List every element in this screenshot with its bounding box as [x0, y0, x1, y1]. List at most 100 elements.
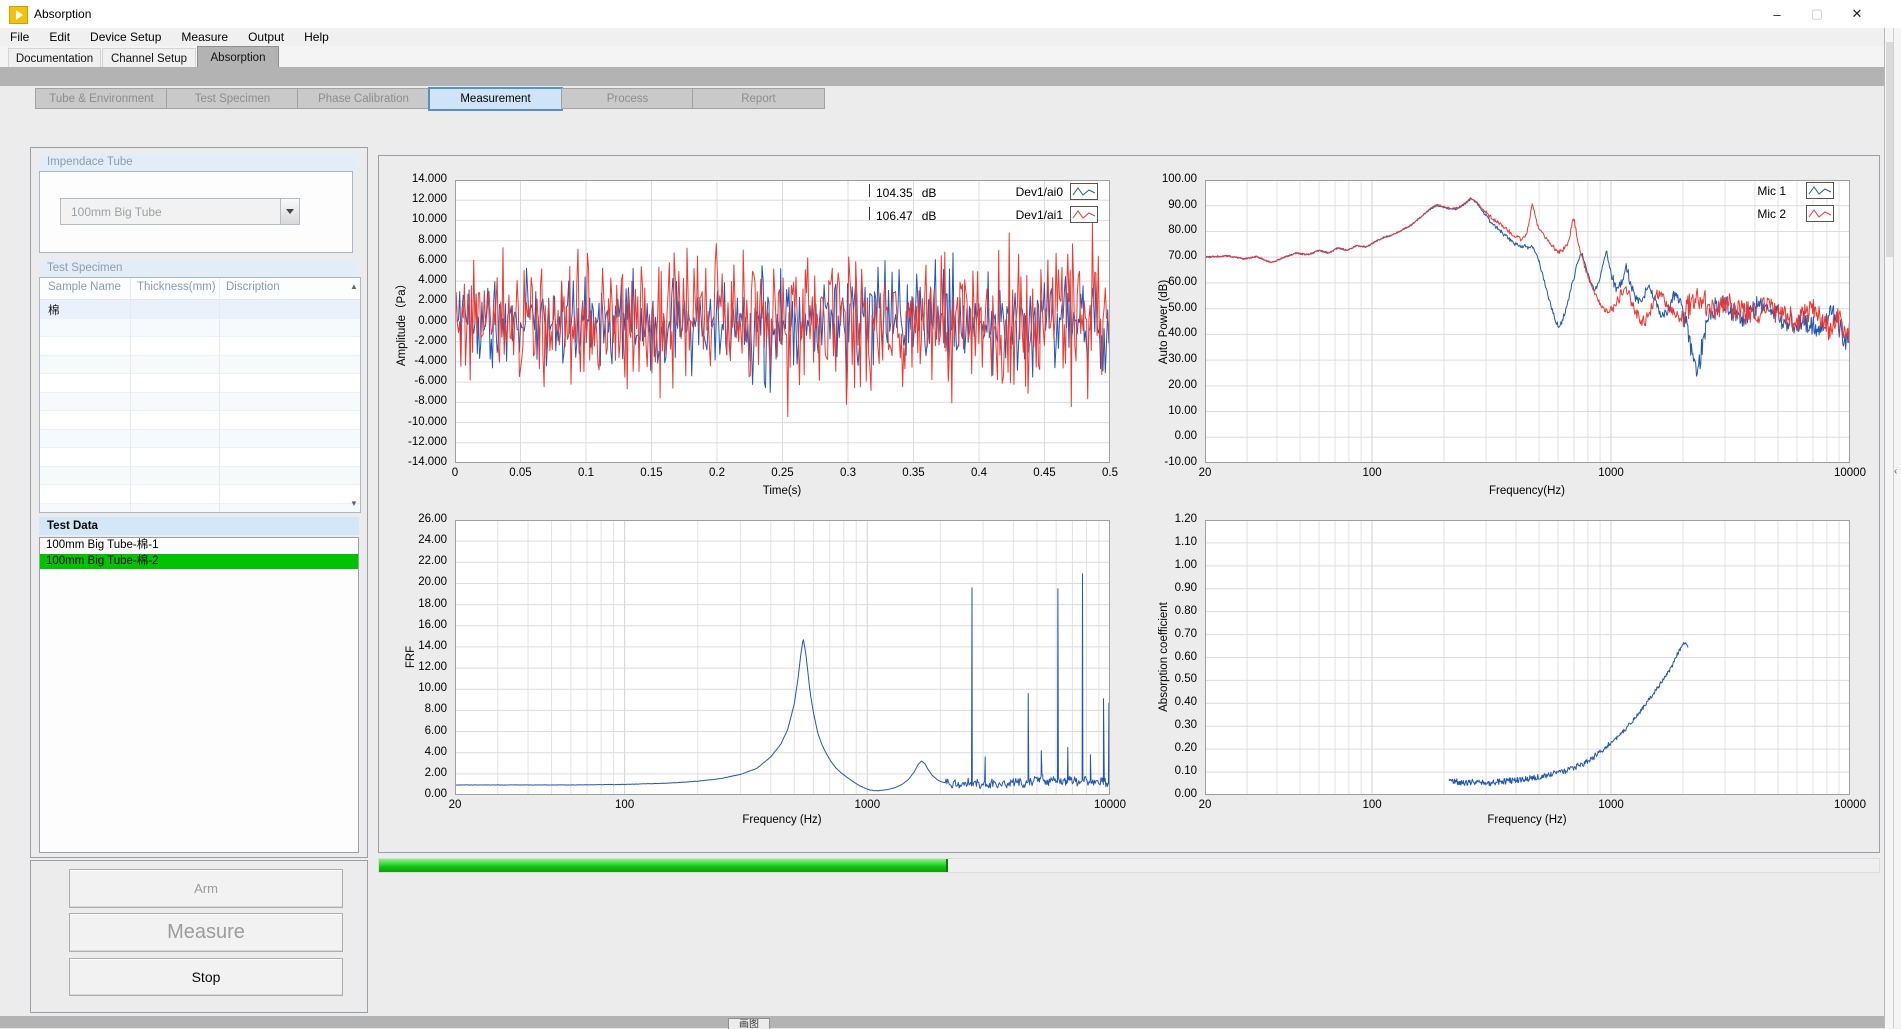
subtab-tube-environment[interactable]: Tube & Environment: [35, 88, 168, 109]
chevron-left-icon[interactable]: ‹: [1894, 466, 1897, 477]
dropdown-arrow-icon[interactable]: [280, 199, 299, 224]
y-axis-tick: 70.00: [1133, 250, 1197, 262]
legend-glyph-mic2[interactable]: [1806, 205, 1834, 222]
y-axis-tick: 12.000: [383, 193, 447, 205]
table-row[interactable]: [40, 430, 360, 449]
x-axis-tick: 1000: [837, 799, 897, 811]
y-axis-tick: 0.50: [1133, 673, 1197, 685]
x-axis-tick: 0.1: [556, 467, 616, 479]
scroll-up-icon[interactable]: ▲: [349, 282, 359, 291]
test-specimen-header-row: Sample Name Thickness(mm) Discription: [40, 278, 360, 300]
x-axis-tick: 0.2: [687, 467, 747, 479]
y-axis-tick: -6.000: [383, 375, 447, 387]
close-button[interactable]: ✕: [1837, 0, 1877, 28]
subtab-report[interactable]: Report: [692, 88, 825, 109]
legend-glyph-dev1-ai0[interactable]: [1070, 183, 1098, 200]
subtab-test-specimen[interactable]: Test Specimen: [166, 88, 299, 109]
test-data-item[interactable]: 100mm Big Tube-棉-1: [40, 538, 358, 554]
window-title: Absorption: [34, 7, 91, 21]
legend-mic1[interactable]: Mic 1: [1690, 182, 1786, 199]
y-axis-tick: 18.00: [383, 598, 447, 610]
tab-absorption[interactable]: Absorption: [197, 46, 279, 68]
xlabel-time: Time(s): [763, 485, 802, 497]
y-axis-tick: 30.00: [1133, 353, 1197, 365]
menu-measure[interactable]: Measure: [171, 28, 238, 46]
measure-button[interactable]: Measure: [69, 913, 343, 952]
impedance-tube-body: 100mm Big Tube: [39, 171, 353, 253]
y-axis-tick: 2.00: [383, 767, 447, 779]
legend-dev1-ai1[interactable]: Dev1/ai1: [960, 206, 1063, 223]
menu-output[interactable]: Output: [238, 28, 294, 46]
y-axis-tick: 20.00: [383, 576, 447, 588]
x-axis-tick: 100: [1342, 467, 1402, 479]
column-thickness: Thickness(mm): [137, 281, 216, 293]
y-axis-tick: 8.000: [383, 234, 447, 246]
table-row[interactable]: [40, 393, 360, 412]
menu-file[interactable]: File: [0, 28, 39, 46]
minimize-button[interactable]: –: [1757, 0, 1797, 28]
y-axis-tick: 16.00: [383, 619, 447, 631]
ylabel-auto-power: Auto Power (dB): [1158, 280, 1170, 364]
y-axis-tick: 4.000: [383, 274, 447, 286]
menu-bar: File Edit Device Setup Measure Output He…: [0, 28, 1901, 47]
x-axis-tick: 0.4: [949, 467, 1009, 479]
x-axis-tick: 100: [595, 799, 655, 811]
vertical-scrollbar[interactable]: ‹: [1884, 28, 1901, 1028]
legend-mic2[interactable]: Mic 2: [1690, 205, 1786, 222]
tab-channel-setup[interactable]: Channel Setup: [102, 48, 196, 69]
table-row[interactable]: [40, 504, 360, 514]
x-axis-tick: 0.25: [753, 467, 813, 479]
y-axis-tick: -2.000: [383, 335, 447, 347]
x-axis-tick: 20: [425, 799, 485, 811]
y-axis-tick: -8.000: [383, 395, 447, 407]
test-specimen-table[interactable]: Sample Name Thickness(mm) Discription 棉 …: [39, 277, 361, 513]
menu-edit[interactable]: Edit: [39, 28, 80, 46]
subtab-phase-calibration[interactable]: Phase Calibration: [297, 88, 430, 109]
scrollbar-thumb[interactable]: [1886, 42, 1893, 257]
maximize-button[interactable]: ▢: [1797, 0, 1837, 28]
play-icon: [16, 10, 23, 20]
table-row[interactable]: [40, 356, 360, 375]
y-axis-tick: -4.000: [383, 355, 447, 367]
auto-power-plot: [1205, 180, 1850, 463]
y-axis-tick: 90.00: [1133, 199, 1197, 211]
menu-device-setup[interactable]: Device Setup: [80, 28, 171, 46]
bottom-tab-plot[interactable]: 画图: [728, 1018, 770, 1029]
test-specimen-header: Test Specimen: [39, 259, 359, 277]
x-axis-tick: 0.45: [1015, 467, 1075, 479]
level-readout-ai1: 106.47 dB: [869, 207, 936, 223]
progress-bar: [378, 858, 1880, 873]
y-axis-tick: 6.000: [383, 254, 447, 266]
y-axis-tick: 60.00: [1133, 276, 1197, 288]
impedance-tube-header: Impendace Tube: [39, 153, 359, 171]
scroll-down-icon[interactable]: ▼: [349, 499, 359, 508]
y-axis-tick: 80.00: [1133, 224, 1197, 236]
test-data-list[interactable]: 100mm Big Tube-棉-1 100mm Big Tube-棉-2: [39, 537, 359, 853]
arm-button[interactable]: Arm: [69, 869, 343, 908]
level-readout-ai0: 104.35 dB: [869, 184, 936, 200]
y-axis-tick: 100.00: [1133, 173, 1197, 185]
table-row[interactable]: [40, 374, 360, 393]
subtab-measurement[interactable]: Measurement: [428, 87, 563, 111]
test-data-item-selected[interactable]: 100mm Big Tube-棉-2: [40, 554, 358, 570]
legend-dev1-ai0[interactable]: Dev1/ai0: [960, 183, 1063, 200]
stop-button[interactable]: Stop: [69, 958, 343, 996]
table-row[interactable]: [40, 485, 360, 504]
x-axis-tick: 10000: [1820, 467, 1880, 479]
x-axis-tick: 0: [425, 467, 485, 479]
menu-help[interactable]: Help: [294, 28, 339, 46]
table-row[interactable]: [40, 411, 360, 430]
table-row[interactable]: [40, 337, 360, 356]
legend-glyph-dev1-ai1[interactable]: [1070, 206, 1098, 223]
y-axis-tick: 14.000: [383, 173, 447, 185]
y-axis-tick: 50.00: [1133, 302, 1197, 314]
legend-glyph-mic1[interactable]: [1806, 182, 1834, 199]
table-row[interactable]: [40, 319, 360, 338]
impedance-tube-dropdown[interactable]: 100mm Big Tube: [60, 198, 300, 225]
table-row[interactable]: [40, 467, 360, 486]
subtab-process[interactable]: Process: [561, 88, 694, 109]
table-row[interactable]: 棉: [40, 300, 360, 319]
table-row[interactable]: [40, 448, 360, 467]
cell-sample-name: 棉: [48, 302, 60, 318]
tab-documentation[interactable]: Documentation: [8, 48, 101, 69]
